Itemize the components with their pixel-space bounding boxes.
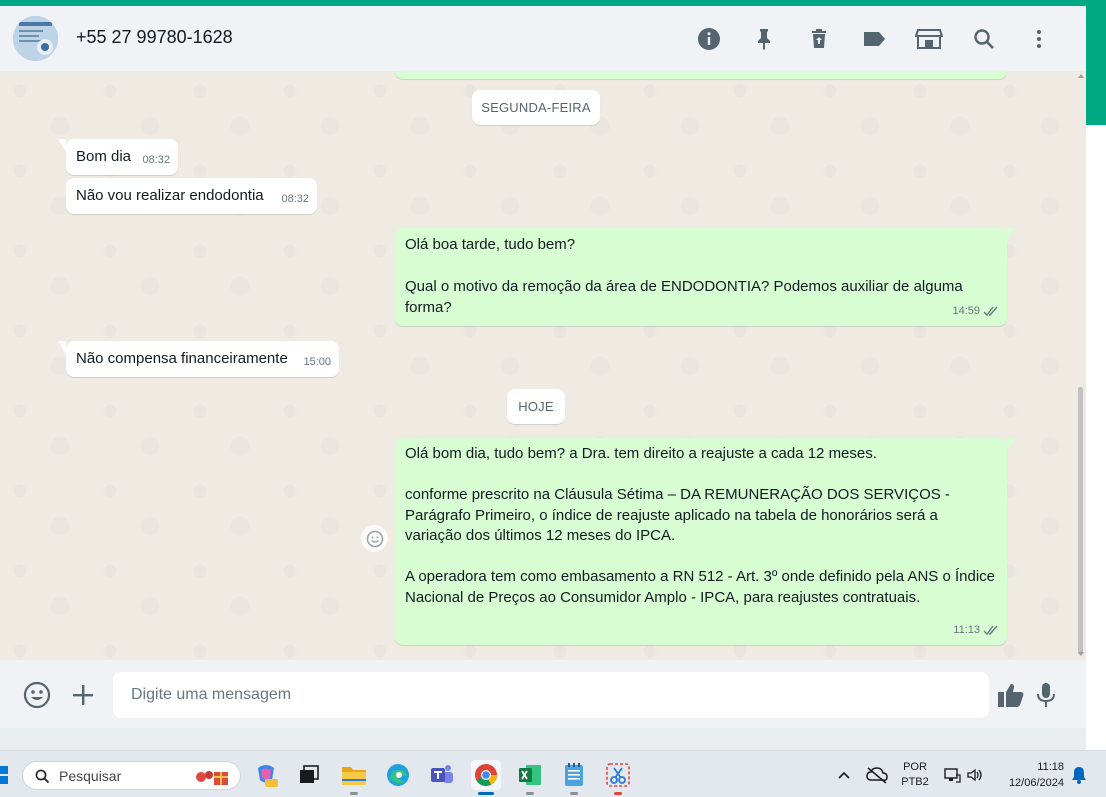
onedrive-offline-icon[interactable] (866, 751, 888, 797)
scroll-down-arrow[interactable] (1078, 652, 1084, 656)
smiley-icon (366, 530, 383, 547)
taskbar-search-label: Pesquisar (59, 768, 122, 784)
catalog-icon[interactable] (901, 20, 956, 58)
snipping-tool-icon[interactable] (603, 760, 633, 795)
pin-icon[interactable] (736, 20, 791, 58)
label-icon[interactable] (846, 20, 901, 58)
message-time: 14:59 (952, 305, 980, 317)
notepad-app-icon[interactable] (559, 760, 589, 795)
file-explorer-icon[interactable] (339, 760, 369, 795)
double-check-icon (983, 306, 998, 316)
double-check-icon (983, 625, 998, 635)
tray-overflow-chevron-icon[interactable] (836, 751, 852, 797)
search-icon[interactable] (956, 20, 1011, 58)
window-bottom-gap (0, 728, 1086, 750)
taskbar-search[interactable]: Pesquisar (22, 761, 241, 790)
window-side-accent (1086, 6, 1106, 125)
whatsapp-window: +55 27 99780-1628 SEGUNDA-FEIRA Bom dia … (0, 6, 1086, 728)
delete-icon[interactable] (791, 20, 846, 58)
bubble-tail (1007, 438, 1015, 451)
network-icon[interactable] (943, 751, 961, 797)
message-text: Olá boa tarde, tudo bem? Qual o motivo d… (405, 236, 963, 316)
info-icon[interactable] (681, 20, 736, 58)
message-time: 15:00 (303, 356, 331, 368)
contact-avatar[interactable] (13, 16, 58, 61)
contact-name[interactable]: +55 27 99780-1628 (76, 27, 233, 48)
header-actions (681, 20, 1066, 58)
bubble-tail (58, 341, 66, 354)
volume-icon[interactable] (966, 751, 984, 797)
running-indicator (570, 792, 578, 795)
message-text: Não vou realizar endodontia (76, 187, 264, 204)
incoming-message[interactable]: Bom dia 08:32 (58, 139, 178, 175)
previous-message-edge (395, 71, 1007, 79)
active-indicator (478, 792, 494, 795)
language-code: POR (903, 760, 927, 773)
chrome-browser-icon[interactable] (471, 760, 501, 795)
teams-app-icon[interactable] (427, 760, 457, 790)
gift-icon (196, 771, 228, 785)
message-time: 08:32 (142, 154, 170, 166)
windows-start-icon[interactable] (0, 766, 10, 784)
scroll-up-arrow[interactable] (1078, 74, 1084, 78)
outgoing-message[interactable]: Olá bom dia, tudo bem? a Dra. tem direit… (395, 438, 1015, 645)
search-icon (35, 769, 50, 784)
thumbs-up-icon[interactable] (996, 680, 1026, 710)
message-text: Não compensa financeiramente (76, 350, 288, 367)
outgoing-message[interactable]: Olá boa tarde, tudo bem? Qual o motivo d… (395, 228, 1015, 326)
emoji-icon[interactable] (22, 680, 52, 710)
scrollbar-thumb[interactable] (1078, 387, 1083, 655)
running-indicator (614, 792, 622, 795)
attach-plus-icon[interactable] (68, 680, 98, 710)
task-view-icon[interactable] (294, 760, 324, 790)
keyboard-layout-code: PTB2 (901, 775, 929, 788)
clock-date: 12/06/2024 (1008, 776, 1064, 789)
message-input[interactable] (113, 672, 989, 718)
message-time: 11:13 (953, 624, 980, 636)
day-separator-monday: SEGUNDA-FEIRA (472, 90, 600, 125)
message-meta: 11:13 (953, 620, 999, 640)
bubble-tail (58, 139, 66, 152)
os-taskbar: Pesquisar POR PTB2 11:18 12/06/2024 (0, 750, 1106, 797)
microphone-icon[interactable] (1032, 680, 1060, 710)
message-list: SEGUNDA-FEIRA Bom dia 08:32 Não vou real… (0, 71, 1086, 660)
running-indicator (350, 792, 358, 795)
edge-browser-icon[interactable] (383, 760, 413, 790)
running-indicator (526, 792, 534, 795)
input-language-indicator[interactable]: POR PTB2 (900, 751, 930, 797)
message-composer (0, 660, 1086, 728)
message-text: Olá bom dia, tudo bem? a Dra. tem direit… (405, 445, 995, 606)
bubble-tail (1007, 228, 1015, 241)
notification-bell-icon[interactable] (1071, 751, 1087, 797)
window-side-background (1086, 125, 1106, 750)
menu-icon[interactable] (1011, 20, 1066, 58)
excel-app-icon[interactable] (515, 760, 545, 795)
message-text: Bom dia (76, 148, 132, 165)
chat-header: +55 27 99780-1628 (0, 6, 1086, 71)
incoming-message[interactable]: Não compensa financeiramente 15:00 (58, 341, 339, 377)
reaction-button[interactable] (361, 525, 388, 552)
clock-time: 11:18 (1037, 760, 1064, 773)
message-meta: 14:59 (952, 301, 999, 321)
message-time: 08:32 (281, 193, 309, 205)
incoming-message[interactable]: Não vou realizar endodontia 08:32 (66, 178, 317, 214)
copilot-app-icon[interactable] (251, 760, 281, 790)
taskbar-clock[interactable]: 11:18 12/06/2024 (996, 751, 1064, 797)
day-separator-today: HOJE (507, 389, 565, 424)
